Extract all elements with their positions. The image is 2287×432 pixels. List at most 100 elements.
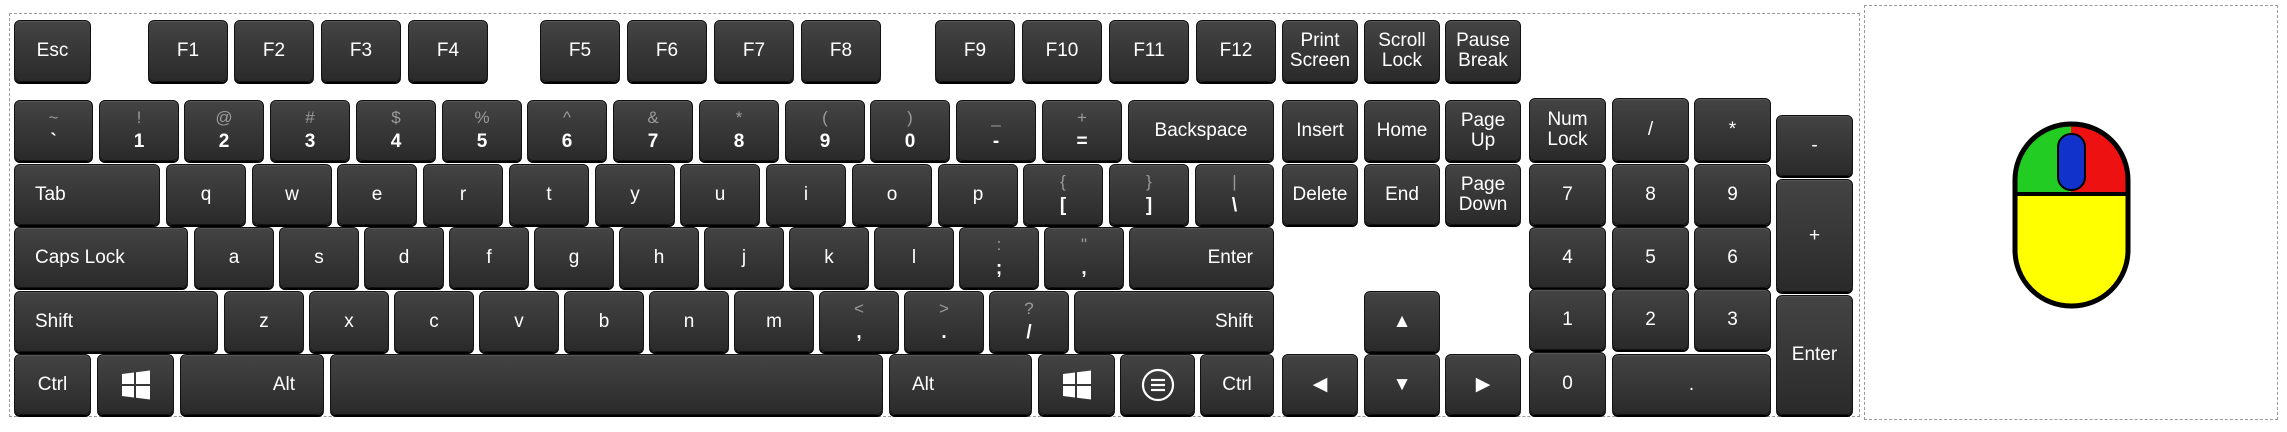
key-6[interactable]: ^ 6 (527, 100, 607, 161)
key-g[interactable]: g (534, 227, 614, 288)
key-7[interactable]: & 7 (613, 100, 693, 161)
key-numpad-8[interactable]: 8 (1612, 164, 1689, 225)
key-slash[interactable]: ? / (989, 291, 1069, 352)
key-i[interactable]: i (766, 164, 846, 225)
key-numpad-9[interactable]: 9 (1694, 164, 1771, 225)
key-arrow-up[interactable]: ▲ (1364, 291, 1440, 352)
key-arrow-right[interactable]: ▶ (1445, 354, 1521, 415)
key-pause-break[interactable]: Pause Break (1445, 20, 1521, 82)
key-w[interactable]: w (252, 164, 332, 225)
key-menu[interactable] (1120, 354, 1195, 415)
key-esc[interactable]: Esc (14, 20, 91, 82)
key-f[interactable]: f (449, 227, 529, 288)
key-m[interactable]: m (734, 291, 814, 352)
key-f6[interactable]: F6 (627, 20, 707, 82)
key-x[interactable]: x (309, 291, 389, 352)
key-numpad-3[interactable]: 3 (1694, 289, 1771, 350)
key-numpad-enter[interactable]: Enter (1776, 295, 1853, 415)
key-insert[interactable]: Insert (1282, 100, 1358, 161)
key-numpad-divide[interactable]: / (1612, 98, 1689, 161)
key-0[interactable]: ) 0 (870, 100, 950, 161)
key-f9[interactable]: F9 (935, 20, 1015, 82)
key-shift-left[interactable]: Shift (14, 291, 218, 352)
key-b[interactable]: b (564, 291, 644, 352)
key-windows-left[interactable] (97, 354, 174, 415)
key-delete[interactable]: Delete (1282, 164, 1358, 225)
key-f1[interactable]: F1 (148, 20, 228, 82)
key-4[interactable]: $4 (356, 100, 436, 161)
key-comma[interactable]: <, (819, 291, 899, 352)
key-numpad-plus[interactable]: + (1776, 179, 1853, 292)
key-ctrl-left[interactable]: Ctrl (14, 354, 91, 415)
key-numpad-0[interactable]: 0 (1529, 352, 1606, 415)
key-ctrl-right[interactable]: Ctrl (1200, 354, 1274, 415)
key-3[interactable]: #3 (270, 100, 350, 161)
key-numpad-2[interactable]: 2 (1612, 289, 1689, 350)
key-page-up[interactable]: Page Up (1445, 100, 1521, 161)
key-num-lock[interactable]: Num Lock (1529, 98, 1606, 161)
key-arrow-down[interactable]: ▼ (1364, 354, 1440, 415)
key-space[interactable] (330, 354, 883, 415)
key-equals[interactable]: + = (1042, 100, 1122, 161)
key-h[interactable]: h (619, 227, 699, 288)
key-r[interactable]: r (423, 164, 503, 225)
key-2[interactable]: @2 (184, 100, 264, 161)
key-shift-right[interactable]: Shift (1074, 291, 1274, 352)
key-f8[interactable]: F8 (801, 20, 881, 82)
key-j[interactable]: j (704, 227, 784, 288)
key-f2[interactable]: F2 (234, 20, 314, 82)
key-semicolon[interactable]: :; (959, 227, 1039, 288)
key-l[interactable]: l (874, 227, 954, 288)
key-t[interactable]: t (509, 164, 589, 225)
key-p[interactable]: p (938, 164, 1018, 225)
key-k[interactable]: k (789, 227, 869, 288)
key-9[interactable]: (9 (785, 100, 865, 161)
key-f4[interactable]: F4 (408, 20, 488, 82)
key-home[interactable]: Home (1364, 100, 1440, 161)
key-tab[interactable]: Tab (14, 164, 160, 225)
key-page-down[interactable]: Page Down (1445, 164, 1521, 225)
key-f11[interactable]: F11 (1109, 20, 1189, 82)
key-y[interactable]: y (595, 164, 675, 225)
key-numpad-decimal[interactable]: . (1612, 354, 1771, 415)
key-c[interactable]: c (394, 291, 474, 352)
key-backtick[interactable]: ~ ` (14, 100, 93, 161)
key-f3[interactable]: F3 (321, 20, 401, 82)
key-s[interactable]: s (279, 227, 359, 288)
key-1[interactable]: ! 1 (99, 100, 179, 161)
key-q[interactable]: q (166, 164, 246, 225)
key-v[interactable]: v (479, 291, 559, 352)
key-period[interactable]: >. (904, 291, 984, 352)
key-minus[interactable]: _ - (956, 100, 1036, 161)
key-numpad-7[interactable]: 7 (1529, 164, 1606, 225)
key-f5[interactable]: F5 (540, 20, 620, 82)
key-backslash[interactable]: | \ (1195, 164, 1274, 225)
key-f10[interactable]: F10 (1022, 20, 1102, 82)
key-alt-left[interactable]: Alt (180, 354, 324, 415)
key-arrow-left[interactable]: ◀ (1282, 354, 1358, 415)
key-u[interactable]: u (680, 164, 760, 225)
key-windows-right[interactable] (1038, 354, 1115, 415)
key-left-bracket[interactable]: {[ (1023, 164, 1103, 225)
mouse-wheel[interactable] (2057, 133, 2086, 191)
key-numpad-5[interactable]: 5 (1612, 227, 1689, 288)
key-right-bracket[interactable]: }] (1109, 164, 1189, 225)
key-backspace[interactable]: Backspace (1128, 100, 1274, 161)
key-caps-lock[interactable]: Caps Lock (14, 227, 188, 288)
key-e[interactable]: e (337, 164, 417, 225)
key-enter[interactable]: Enter (1129, 227, 1274, 288)
key-end[interactable]: End (1364, 164, 1440, 225)
key-z[interactable]: z (224, 291, 304, 352)
key-scroll-lock[interactable]: Scroll Lock (1364, 20, 1440, 82)
key-f12[interactable]: F12 (1196, 20, 1276, 82)
key-alt-right[interactable]: Alt (889, 354, 1032, 415)
key-numpad-6[interactable]: 6 (1694, 227, 1771, 288)
key-o[interactable]: o (852, 164, 932, 225)
key-print-screen[interactable]: Print Screen (1282, 20, 1358, 82)
key-numpad-multiply[interactable]: * (1694, 98, 1771, 161)
key-n[interactable]: n (649, 291, 729, 352)
key-8[interactable]: * 8 (699, 100, 779, 161)
key-f7[interactable]: F7 (714, 20, 794, 82)
key-numpad-4[interactable]: 4 (1529, 227, 1606, 288)
key-numpad-minus[interactable]: - (1776, 115, 1853, 176)
